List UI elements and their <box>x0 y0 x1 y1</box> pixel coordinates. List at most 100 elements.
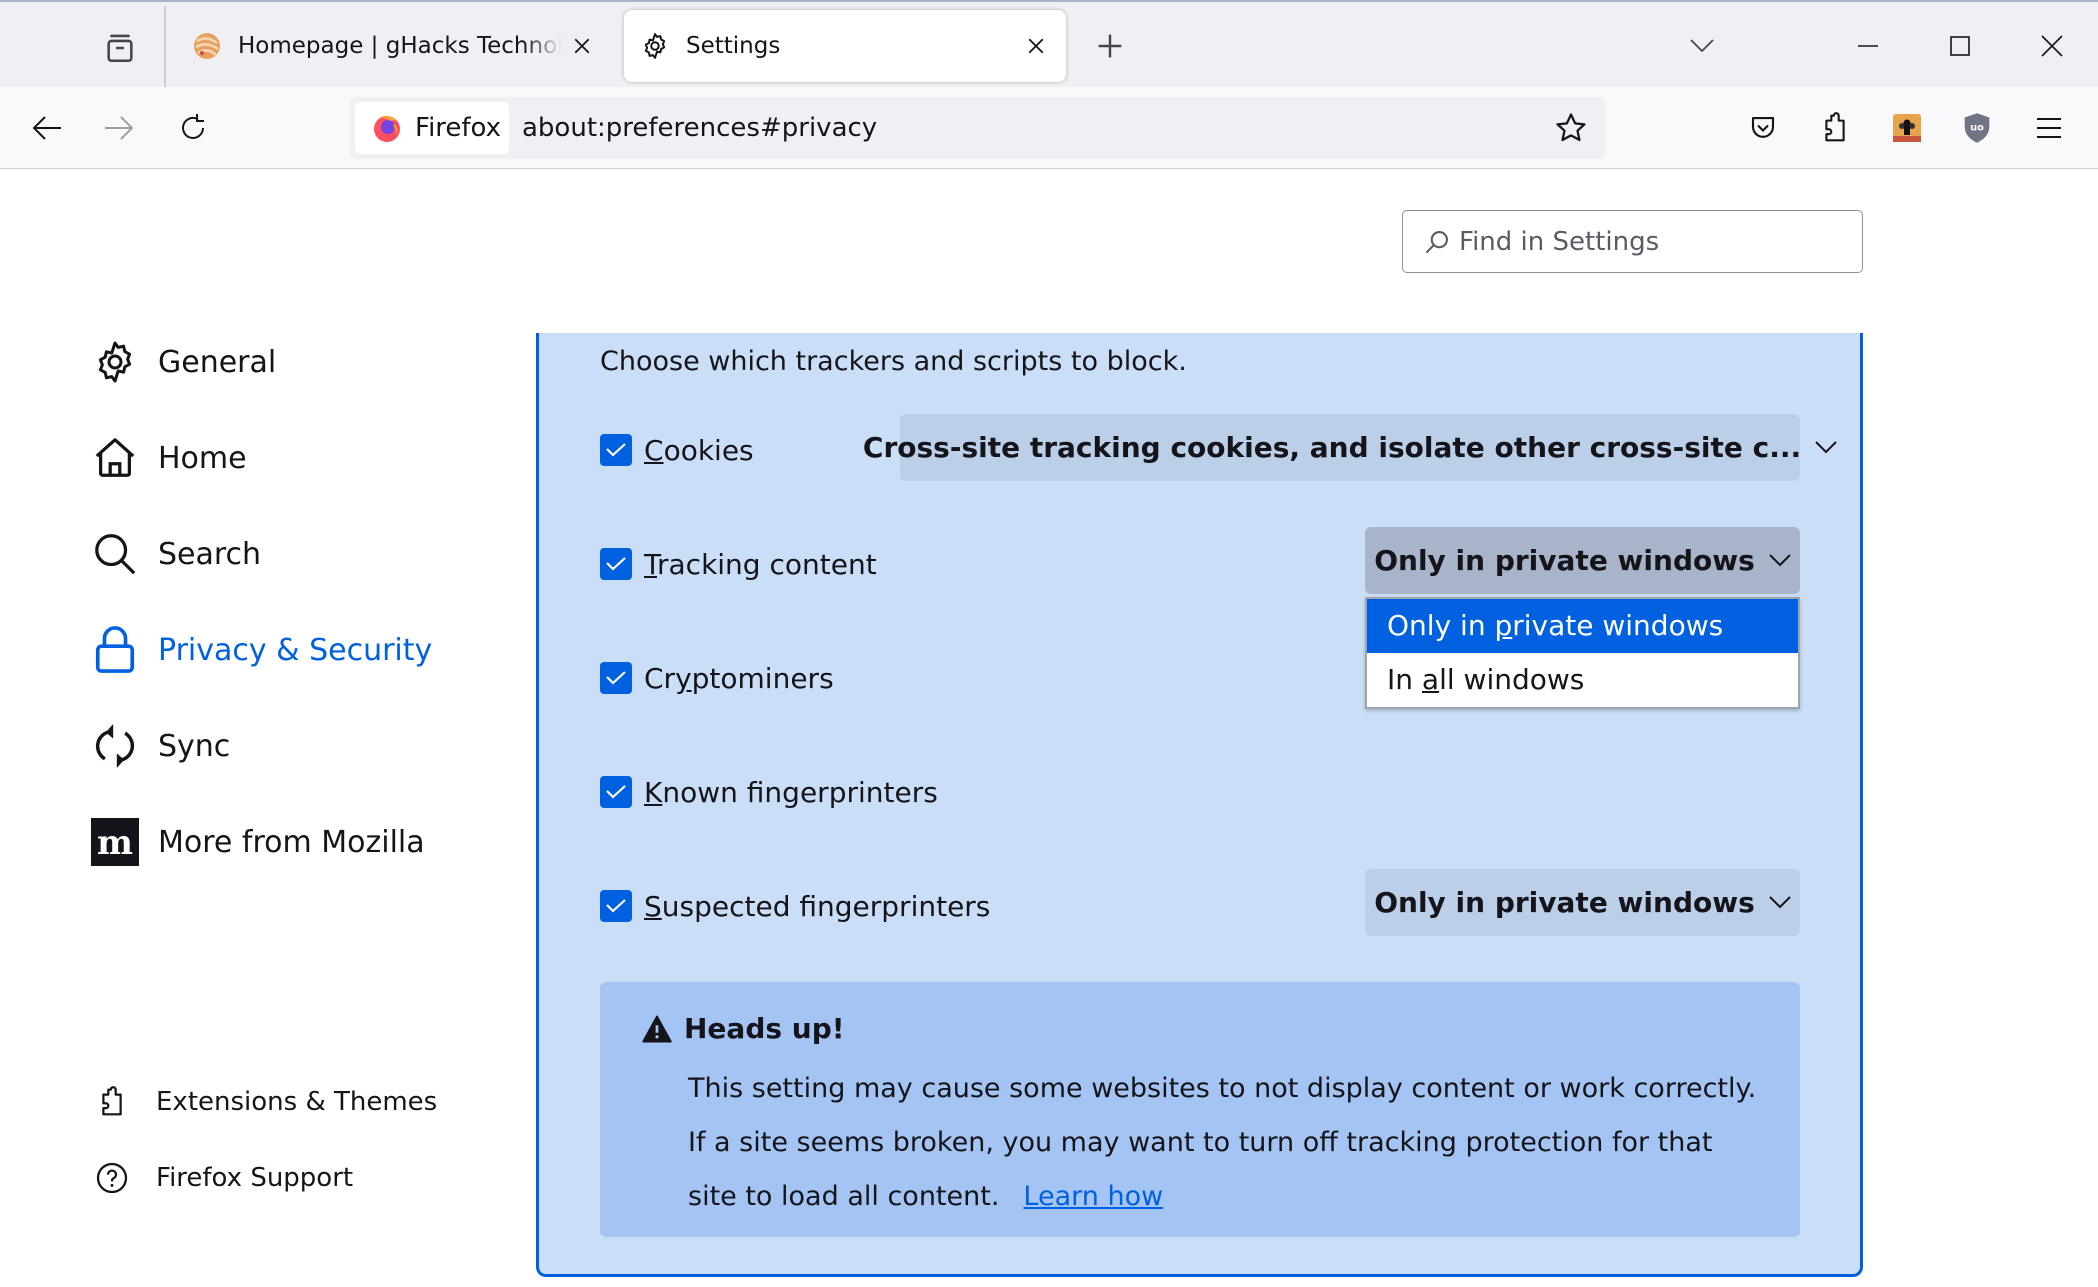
suspected-fingerprinters-dropdown[interactable]: Only in private windows <box>1365 869 1800 936</box>
sidebar-item-privacy-security[interactable]: Privacy & Security <box>90 620 432 680</box>
learn-how-link[interactable]: Learn how <box>1023 1181 1163 1212</box>
help-icon <box>92 1158 132 1198</box>
tracking-content-checkbox-row[interactable]: Tracking content <box>600 544 877 584</box>
cookies-checkbox-row[interactable]: Cookies <box>600 430 754 470</box>
warning-title: Heads up! <box>684 1012 845 1045</box>
ublock-origin-button[interactable]: uo <box>1954 105 2000 151</box>
new-tab-button[interactable] <box>1088 24 1132 68</box>
window-close-button[interactable] <box>2030 24 2074 68</box>
sidebar-item-search[interactable]: Search <box>90 524 261 584</box>
ghacks-favicon <box>194 33 220 59</box>
sync-icon <box>90 721 140 771</box>
star-icon <box>1556 113 1586 142</box>
url-bar[interactable]: Firefox about:preferences#privacy <box>350 97 1606 159</box>
close-icon <box>1028 38 1044 54</box>
dropdown-option-only-private[interactable]: Only in private windows <box>1367 599 1798 653</box>
tab-title: Homepage | gHacks Technology News <box>238 33 562 59</box>
cookies-label: Cookies <box>644 433 754 467</box>
tab-title: Settings <box>686 33 781 59</box>
puzzle-icon <box>1825 112 1845 142</box>
sidebar-item-more-from-mozilla[interactable]: m More from Mozilla <box>90 812 425 872</box>
cryptominers-label: Cryptominers <box>644 661 834 695</box>
tab-ghacks[interactable]: Homepage | gHacks Technology News <box>172 10 612 82</box>
tab-settings[interactable]: Settings <box>624 10 1066 82</box>
sidebar-item-label: General <box>158 344 277 380</box>
svg-text:uo: uo <box>1970 122 1984 133</box>
firefox-view-button[interactable] <box>96 24 144 72</box>
warning-heading: Heads up! <box>642 1012 845 1045</box>
suspected-fingerprinters-dropdown-value: Only in private windows <box>1374 886 1755 919</box>
known-fingerprinters-checkbox-row[interactable]: Known fingerprinters <box>600 772 938 812</box>
heads-up-warning: Heads up! This setting may cause some we… <box>600 982 1800 1237</box>
menu-icon <box>2037 118 2061 138</box>
maximize-button[interactable] <box>1938 24 1982 68</box>
list-all-tabs-button[interactable] <box>1680 24 1724 68</box>
checkmark-icon <box>606 443 626 457</box>
puzzle-icon <box>92 1082 132 1122</box>
tab-close-button[interactable] <box>562 26 602 66</box>
cookies-checkbox[interactable] <box>600 434 632 466</box>
cookies-dropdown-value: Cross-site tracking cookies, and isolate… <box>862 431 1802 464</box>
extensions-button[interactable] <box>1812 105 1858 151</box>
checkmark-icon <box>606 899 626 913</box>
lock-icon <box>90 625 140 675</box>
find-in-settings[interactable] <box>1402 210 1863 273</box>
pocket-icon <box>1751 116 1775 138</box>
minimize-button[interactable] <box>1846 24 1890 68</box>
search-icon <box>1425 230 1448 253</box>
sidebar-extensions-themes[interactable]: Extensions & Themes <box>92 1077 437 1127</box>
tab-bar: Homepage | gHacks Technology News Settin… <box>0 0 2098 89</box>
chevron-down-icon <box>1815 441 1837 454</box>
plus-icon <box>1098 34 1122 58</box>
checkmark-icon <box>606 785 626 799</box>
navigation-toolbar: Firefox about:preferences#privacy uo <box>0 87 2098 169</box>
suspected-fingerprinters-checkbox[interactable] <box>600 890 632 922</box>
sidebar-item-sync[interactable]: Sync <box>90 716 230 776</box>
chevron-down-icon <box>1769 896 1791 909</box>
minimize-icon <box>1858 45 1878 47</box>
svg-text:m: m <box>97 823 133 863</box>
checkmark-icon <box>606 557 626 571</box>
bookmark-star-button[interactable] <box>1554 111 1588 149</box>
forward-button[interactable] <box>96 105 142 151</box>
app-menu-button[interactable] <box>2026 105 2072 151</box>
maximize-icon <box>1950 36 1970 56</box>
identity-box[interactable]: Firefox <box>355 102 509 154</box>
tab-close-button[interactable] <box>1016 26 1056 66</box>
tracking-content-checkbox[interactable] <box>600 548 632 580</box>
sidebar-item-label: Privacy & Security <box>158 632 433 668</box>
search-icon <box>90 529 140 579</box>
identity-label: Firefox <box>415 113 502 143</box>
sidebar-item-home[interactable]: Home <box>90 428 247 488</box>
reload-icon <box>182 114 204 139</box>
tracking-content-dropdown[interactable]: Only in private windows <box>1365 527 1800 594</box>
dropdown-option-all-windows[interactable]: In all windows <box>1367 653 1798 707</box>
suspected-fingerprinters-label: Suspected fingerprinters <box>644 889 991 923</box>
sidebar-item-label: Sync <box>158 728 231 764</box>
cryptominers-checkbox[interactable] <box>600 662 632 694</box>
back-button[interactable] <box>24 105 70 151</box>
mozilla-icon: m <box>90 817 140 867</box>
tracking-content-dropdown-menu: Only in private windows In all windows <box>1365 597 1800 709</box>
known-fingerprinters-checkbox[interactable] <box>600 776 632 808</box>
find-in-settings-input[interactable] <box>1459 226 1839 257</box>
pocket-button[interactable] <box>1740 105 1786 151</box>
cookies-dropdown[interactable]: Cross-site tracking cookies, and isolate… <box>863 414 1837 481</box>
extension-avatar-button[interactable] <box>1884 105 1930 151</box>
reload-button[interactable] <box>170 105 216 151</box>
sidebar-item-general[interactable]: General <box>90 332 276 392</box>
url-text[interactable]: about:preferences#privacy <box>522 97 877 159</box>
suspected-fingerprinters-checkbox-row[interactable]: Suspected fingerprinters <box>600 886 990 926</box>
sidebar-footer-label: Extensions & Themes <box>156 1087 438 1117</box>
sidebar-item-label: Search <box>158 536 262 572</box>
cryptominers-checkbox-row[interactable]: Cryptominers <box>600 658 834 698</box>
extension-avatar-icon <box>1893 114 1921 142</box>
sidebar-firefox-support[interactable]: Firefox Support <box>92 1153 353 1203</box>
gear-icon <box>90 337 140 387</box>
gear-icon <box>644 33 666 59</box>
chevron-down-icon <box>1769 554 1791 567</box>
warning-text: This setting may cause some websites to … <box>688 1073 1757 1212</box>
known-fingerprinters-label: Known fingerprinters <box>644 775 938 809</box>
sidebar-footer-label: Firefox Support <box>156 1163 354 1193</box>
sidebar-item-label: More from Mozilla <box>158 824 425 860</box>
